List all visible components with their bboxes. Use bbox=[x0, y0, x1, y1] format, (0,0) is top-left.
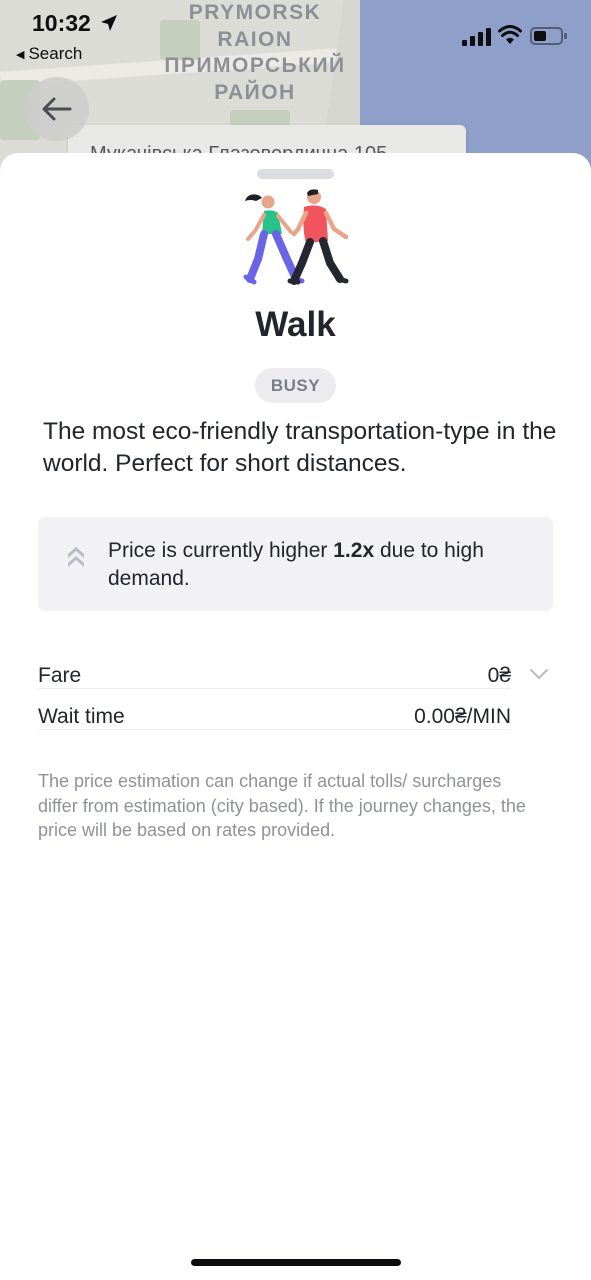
walking-couple-illustration bbox=[243, 189, 349, 285]
ride-type-description: The most eco-friendly transportation-typ… bbox=[43, 418, 557, 477]
surge-notice: Price is currently higher 1.2x due to hi… bbox=[38, 517, 553, 611]
fare-row[interactable]: Fare 0₴ bbox=[38, 664, 553, 694]
cellular-signal-icon bbox=[462, 28, 491, 46]
arrow-left-icon bbox=[42, 97, 72, 121]
home-indicator[interactable] bbox=[191, 1259, 401, 1266]
back-to-search-button[interactable]: ◀ Search bbox=[16, 44, 82, 64]
back-triangle-icon: ◀ bbox=[16, 49, 25, 61]
row-divider bbox=[38, 688, 511, 689]
wifi-icon bbox=[498, 25, 522, 44]
fare-value: 0₴ bbox=[481, 664, 511, 688]
map-label-line: РАЙОН bbox=[214, 80, 296, 104]
wait-time-label: Wait time bbox=[38, 705, 131, 729]
wait-time-row: Wait time 0.00₴/MIN bbox=[38, 705, 553, 735]
ride-type-sheet: Walk BUSY The most eco-friendly transpor… bbox=[0, 153, 591, 1280]
surge-multiplier: 1.2x bbox=[333, 539, 375, 562]
status-time: 10:32 bbox=[32, 10, 91, 36]
status-bar: 10:32 ◀ Search bbox=[0, 0, 591, 70]
fare-label: Fare bbox=[38, 664, 88, 688]
battery-icon bbox=[530, 27, 567, 45]
ride-type-title: Walk bbox=[255, 305, 336, 344]
location-arrow-icon bbox=[101, 15, 117, 31]
back-app-label: Search bbox=[28, 44, 83, 63]
map-back-button[interactable] bbox=[25, 77, 89, 141]
double-chevron-up-icon bbox=[68, 547, 84, 567]
wait-time-value: 0.00₴/MIN bbox=[408, 705, 511, 729]
surge-notice-text: Price is currently higher 1.2x due to hi… bbox=[108, 537, 528, 593]
chevron-down-icon[interactable] bbox=[529, 666, 549, 682]
surge-text-before: Price is currently higher bbox=[108, 539, 334, 562]
sheet-grabber[interactable] bbox=[257, 169, 334, 179]
price-disclaimer: The price estimation can change if actua… bbox=[38, 771, 526, 840]
row-divider bbox=[38, 729, 511, 730]
status-badge: BUSY bbox=[255, 368, 336, 403]
